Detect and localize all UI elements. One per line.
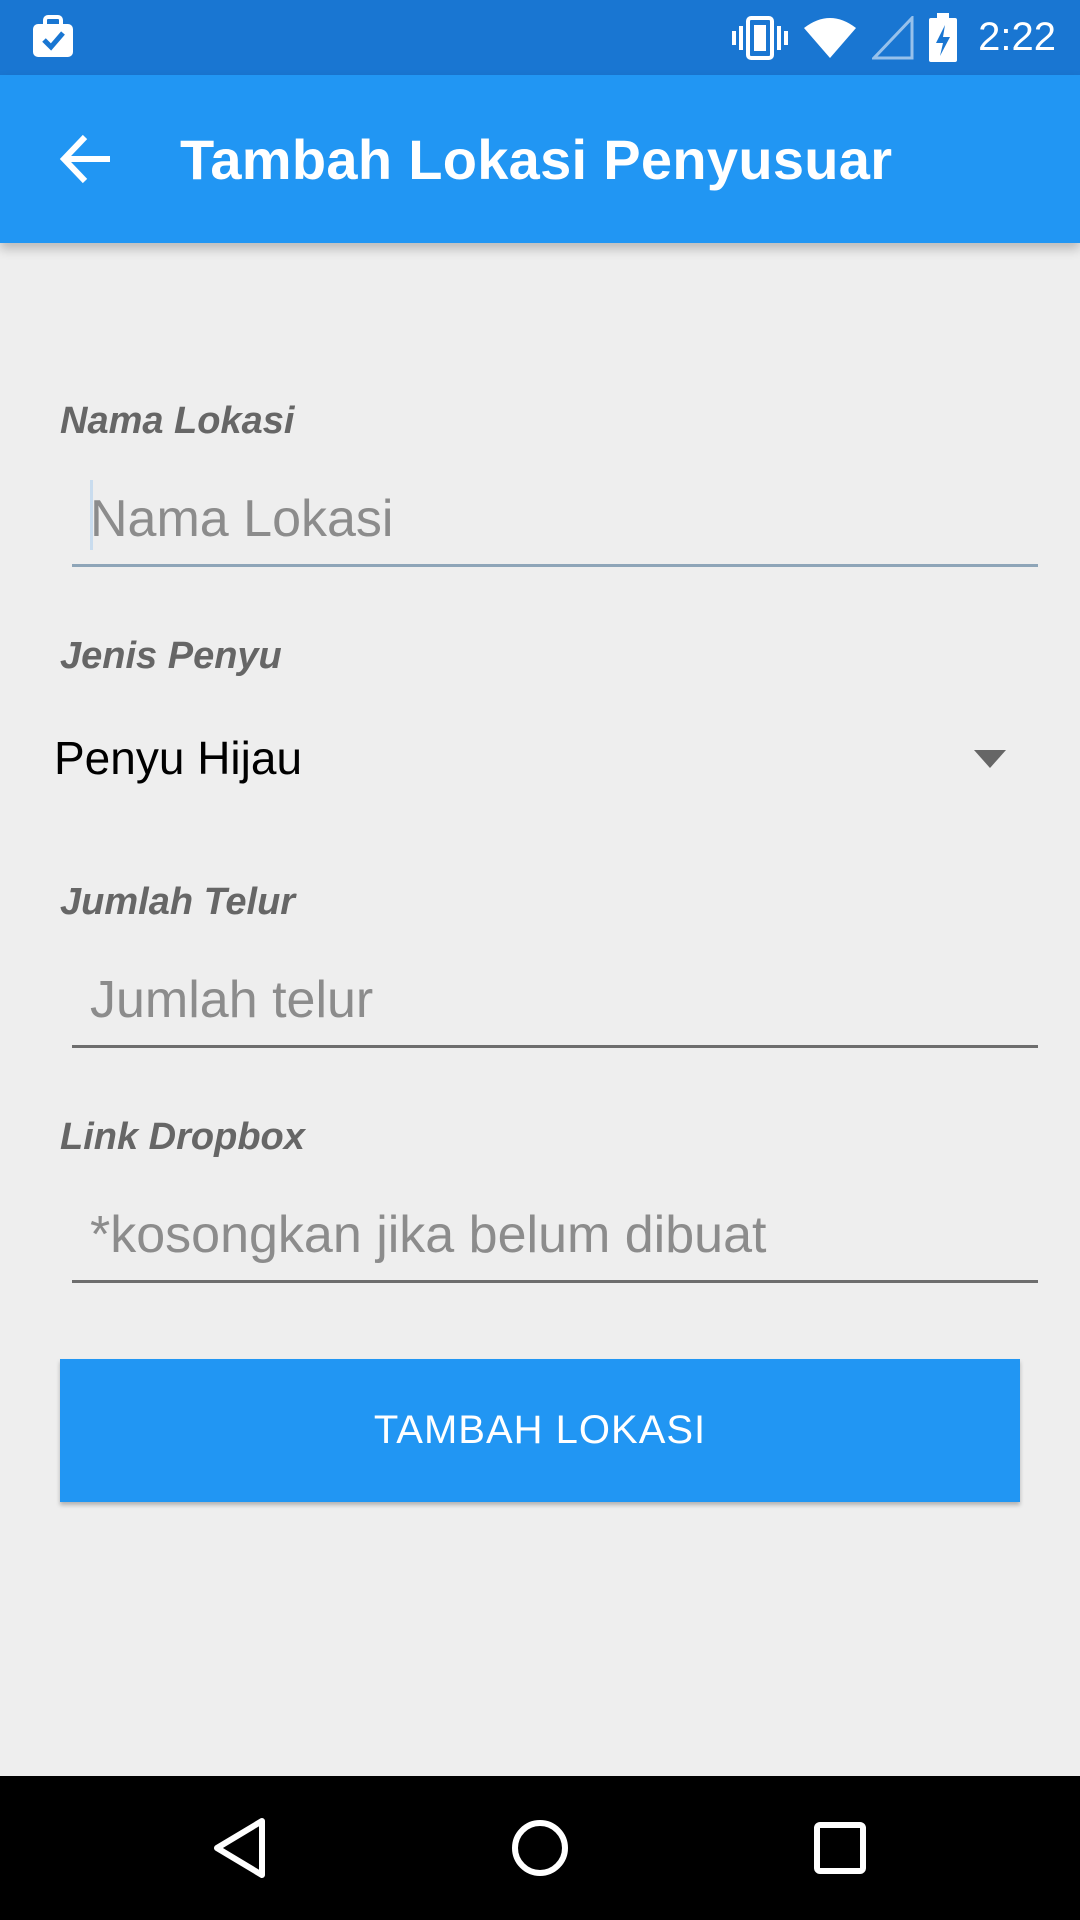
nama-lokasi-input[interactable] [72, 474, 1038, 564]
jenis-penyu-dropdown[interactable]: Penyu Hijau [0, 703, 1080, 813]
nama-lokasi-underline [72, 564, 1038, 567]
back-triangle-icon [214, 1818, 265, 1878]
nama-lokasi-label: Nama Lokasi [60, 400, 295, 442]
link-dropbox-label: Link Dropbox [60, 1116, 305, 1158]
jenis-penyu-label: Jenis Penyu [60, 635, 282, 677]
home-circle-icon [512, 1820, 568, 1876]
vibrate-icon [732, 15, 789, 60]
arrow-left-icon [59, 134, 110, 184]
nav-recents-button[interactable] [768, 1776, 912, 1920]
status-icons: 2:22 [732, 0, 1056, 75]
jumlah-telur-underline [72, 1045, 1038, 1048]
dropdown-triangle-icon [974, 750, 1006, 768]
app-bar: Tambah Lokasi Penyusuar [0, 75, 1080, 243]
jumlah-telur-input[interactable] [72, 955, 1038, 1045]
battery-charging-icon [929, 12, 958, 62]
page-title: Tambah Lokasi Penyusuar [180, 127, 893, 191]
jumlah-telur-label: Jumlah Telur [60, 881, 296, 923]
nav-back-button[interactable] [168, 1776, 312, 1920]
cell-signal-icon [872, 15, 914, 59]
back-button[interactable] [48, 121, 124, 197]
link-dropbox-input[interactable] [72, 1190, 1038, 1280]
nav-home-button[interactable] [468, 1776, 612, 1920]
wifi-icon [804, 17, 857, 58]
navigation-bar [0, 1776, 1080, 1920]
recents-square-icon [814, 1822, 866, 1874]
link-dropbox-underline [72, 1280, 1038, 1283]
status-time: 2:22 [978, 15, 1056, 59]
jenis-penyu-selected: Penyu Hijau [54, 732, 303, 784]
text-cursor [90, 480, 93, 550]
briefcase-check-icon [33, 15, 73, 57]
status-bar: 2:22 [0, 0, 1080, 75]
tambah-lokasi-button[interactable]: TAMBAH LOKASI [60, 1359, 1020, 1502]
screen: 2:22 Tambah Lokasi Penyusuar Nama Lokasi… [0, 0, 1080, 1920]
